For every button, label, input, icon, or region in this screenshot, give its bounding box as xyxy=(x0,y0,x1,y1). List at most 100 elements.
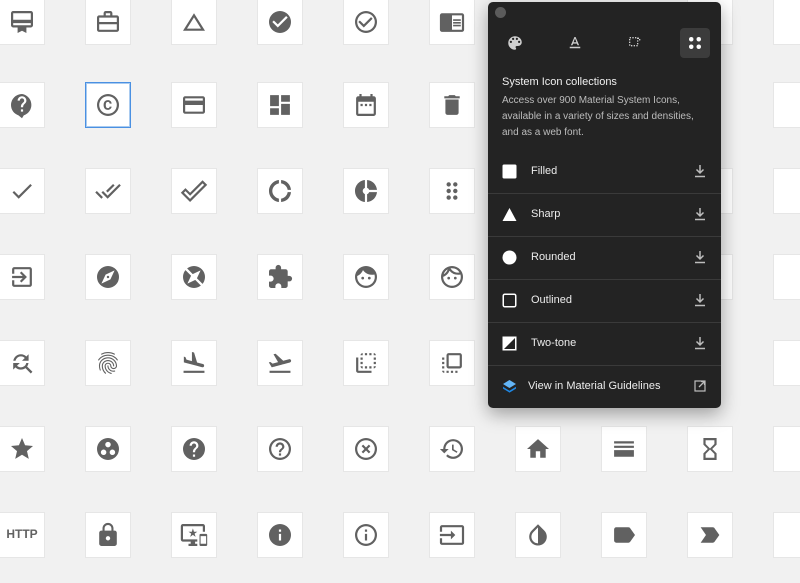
check-circle-outline-icon xyxy=(355,11,377,33)
style-label: Outlined xyxy=(531,294,572,306)
open-in-new-icon[interactable] xyxy=(694,379,706,393)
copyright-tile[interactable] xyxy=(86,83,130,127)
done-all-icon xyxy=(95,183,121,199)
help-tile[interactable] xyxy=(172,427,216,471)
home-tile[interactable] xyxy=(516,427,560,471)
download-icon[interactable] xyxy=(694,336,706,350)
drag-indicator-tile[interactable] xyxy=(430,169,474,213)
important-devices-tile[interactable] xyxy=(172,513,216,557)
partial-tile[interactable] xyxy=(774,255,800,299)
download-icon[interactable] xyxy=(694,250,706,264)
dashboard-icon xyxy=(270,95,290,115)
input-tile[interactable] xyxy=(430,513,474,557)
flight-land-tile[interactable] xyxy=(172,341,216,385)
info-outline-icon xyxy=(355,524,377,546)
explore-icon xyxy=(97,266,119,288)
delete-icon xyxy=(444,95,460,115)
hourglass-empty-tile[interactable] xyxy=(688,427,732,471)
tab-typography[interactable] xyxy=(560,28,590,58)
download-icon[interactable] xyxy=(694,207,706,221)
collections-heading: System Icon collections xyxy=(502,76,617,88)
triangle-icon xyxy=(502,207,517,222)
grade-tile[interactable] xyxy=(0,427,44,471)
style-row-sharp[interactable]: Sharp xyxy=(488,193,721,236)
info-icon xyxy=(269,524,291,546)
explore-off-tile[interactable] xyxy=(172,255,216,299)
done-outline-tile[interactable] xyxy=(172,169,216,213)
label-important-tile[interactable] xyxy=(688,513,732,557)
icon-collections-popover: System Icon collections Access over 900 … xyxy=(488,2,721,408)
donut-large-icon xyxy=(269,180,291,202)
fingerprint-icon xyxy=(98,352,118,374)
done-tile[interactable] xyxy=(0,169,44,213)
circle-icon xyxy=(502,250,517,265)
close-window-button[interactable] xyxy=(495,7,506,18)
done-icon xyxy=(12,183,32,199)
card-membership-tile[interactable] xyxy=(0,0,44,44)
extension-tile[interactable] xyxy=(258,255,302,299)
style-label: Filled xyxy=(531,165,558,177)
work-tile[interactable] xyxy=(86,0,130,44)
date-range-tile[interactable] xyxy=(344,83,388,127)
crop-icon xyxy=(629,37,641,47)
face-outline-tile[interactable] xyxy=(430,255,474,299)
partial-tile[interactable] xyxy=(774,0,800,44)
donut-small-tile[interactable] xyxy=(344,169,388,213)
done-all-tile[interactable] xyxy=(86,169,130,213)
chrome-reader-mode-tile[interactable] xyxy=(430,0,474,44)
invert-colors-tile[interactable] xyxy=(516,513,560,557)
square-outline-icon xyxy=(502,293,517,308)
live-help-icon xyxy=(11,94,32,119)
change-history-tile[interactable] xyxy=(172,0,216,44)
hourglass-empty-icon xyxy=(703,438,717,460)
divider xyxy=(488,279,721,280)
info-tile[interactable] xyxy=(258,513,302,557)
style-row-two-tone[interactable]: Two-tone xyxy=(488,322,721,365)
tab-colors[interactable] xyxy=(500,28,530,58)
horizontal-split-icon xyxy=(614,441,634,457)
highlight-off-tile[interactable] xyxy=(344,427,388,471)
partial-tile[interactable] xyxy=(774,83,800,127)
guidelines-link[interactable]: View in Material Guidelines xyxy=(488,365,721,408)
horizontal-split-tile[interactable] xyxy=(602,427,646,471)
flip-to-back-tile[interactable] xyxy=(344,341,388,385)
flip-to-front-tile[interactable] xyxy=(430,341,474,385)
find-replace-tile[interactable] xyxy=(0,341,44,385)
tab-shape[interactable] xyxy=(620,28,650,58)
tab-icons[interactable] xyxy=(680,28,710,58)
highlight-off-icon xyxy=(355,438,377,460)
partial-tile[interactable] xyxy=(774,427,800,471)
style-row-outlined[interactable]: Outlined xyxy=(488,279,721,322)
partial-tile[interactable] xyxy=(774,169,800,213)
face-tile[interactable] xyxy=(344,255,388,299)
important-devices-icon xyxy=(180,524,208,546)
info-outline-tile[interactable] xyxy=(344,513,388,557)
fingerprint-tile[interactable] xyxy=(86,341,130,385)
delete-tile[interactable] xyxy=(430,83,474,127)
history-tile[interactable] xyxy=(430,427,474,471)
check-circle-outline-tile[interactable] xyxy=(344,0,388,44)
partial-tile[interactable] xyxy=(774,513,800,557)
live-help-tile[interactable] xyxy=(0,83,44,127)
donut-large-tile[interactable] xyxy=(258,169,302,213)
style-row-rounded[interactable]: Rounded xyxy=(488,236,721,279)
https-tile[interactable] xyxy=(86,513,130,557)
grade-icon xyxy=(11,438,33,459)
group-work-icon xyxy=(97,438,119,460)
flight-takeoff-tile[interactable] xyxy=(258,341,302,385)
download-icon[interactable] xyxy=(694,293,706,307)
download-icon[interactable] xyxy=(694,164,706,178)
help-outline-tile[interactable] xyxy=(258,427,302,471)
explore-tile[interactable] xyxy=(86,255,130,299)
group-work-tile[interactable] xyxy=(86,427,130,471)
http-tile[interactable]: HTTP xyxy=(0,513,44,557)
dashboard-tile[interactable] xyxy=(258,83,302,127)
credit-card-tile[interactable] xyxy=(172,83,216,127)
check-circle-tile[interactable] xyxy=(258,0,302,44)
label-tile[interactable] xyxy=(602,513,646,557)
chrome-reader-mode-icon xyxy=(439,13,465,32)
exit-to-app-tile[interactable] xyxy=(0,255,44,299)
help-outline-icon xyxy=(269,438,291,460)
style-row-filled[interactable]: Filled xyxy=(488,150,721,193)
partial-tile[interactable] xyxy=(774,341,800,385)
